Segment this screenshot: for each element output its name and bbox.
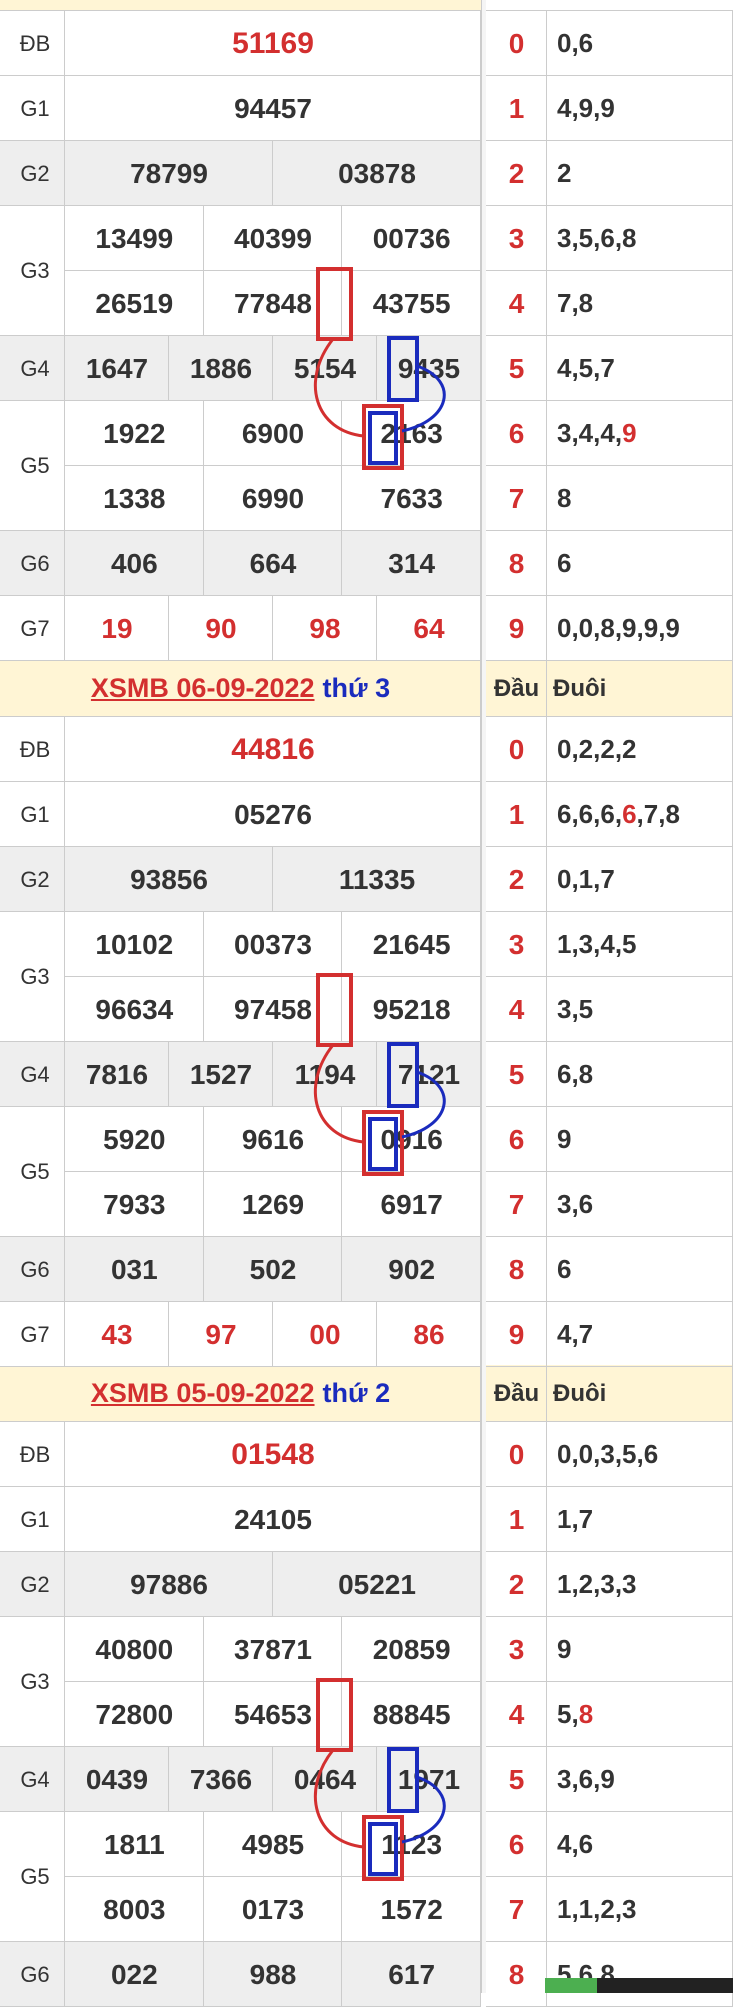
lottery-results-page: XSMB 06-09-2022 thứ 3 Đầu Đuôi XSMB 05-09-20…: [0, 0, 733, 2007]
highlight-box-red: [316, 267, 353, 341]
highlight-box-blue: [368, 1117, 398, 1171]
arrow-red: [313, 1044, 365, 1144]
highlight-box-blue: [387, 1747, 419, 1813]
highlight-box-blue: [368, 411, 398, 465]
annotation-overlay: [313, 267, 446, 1881]
highlight-box-blue: [387, 336, 419, 402]
arrow-red: [313, 338, 365, 438]
highlight-box-blue: [368, 1822, 398, 1876]
arrow-red: [313, 1749, 365, 1849]
highlight-box-blue: [387, 1042, 419, 1108]
bottom-toolbar-button[interactable]: [545, 1978, 597, 1993]
highlight-box-red: [316, 973, 353, 1047]
highlight-box-red: [316, 1678, 353, 1752]
